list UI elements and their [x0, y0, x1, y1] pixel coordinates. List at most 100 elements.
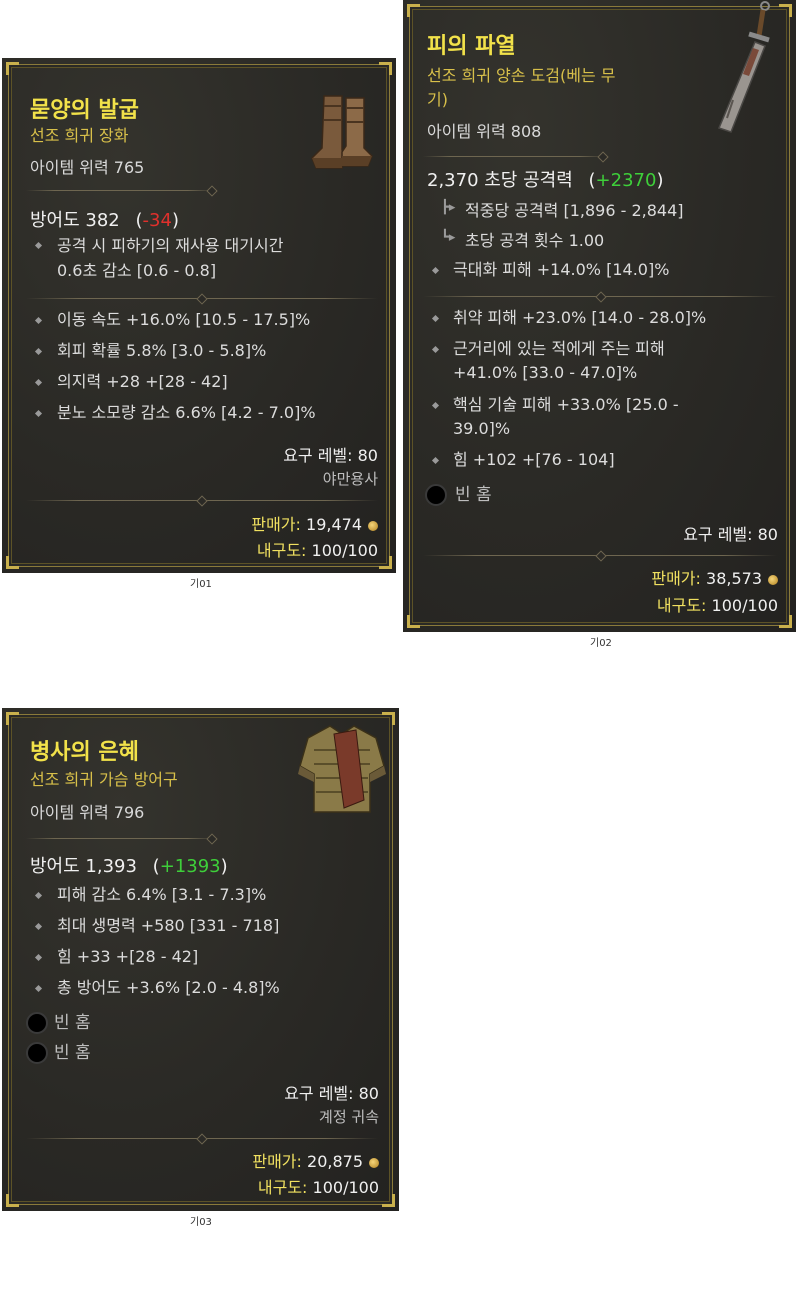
divider: [26, 833, 218, 845]
item-name: 병사의 은혜: [30, 740, 139, 765]
bullet-icon: [34, 953, 43, 962]
frame-corner: [382, 1194, 395, 1207]
item-name: 묻양의 발굽: [30, 98, 139, 123]
bullet-icon: [431, 345, 440, 354]
divider: [26, 1133, 378, 1145]
armor-value: 방어도 382: [30, 210, 120, 231]
durability-value: 100/100: [711, 596, 778, 615]
armor-delta-paren: (-34): [135, 210, 179, 231]
item-power: 아이템 위력 808: [427, 122, 542, 141]
item-tooltip-boots: 묻양의 발굽 선조 희귀 장화 아이템 위력 765 방어도 382 (-34)…: [2, 58, 396, 573]
durability: 내구도: 100/100: [257, 537, 378, 561]
affix-line: 힘 +102 +[76 - 104]: [453, 450, 615, 469]
bullet-icon: [431, 456, 440, 465]
frame-corner: [6, 62, 19, 75]
bullet-icon: [34, 241, 43, 250]
durability-label: 내구도:: [256, 541, 307, 560]
sell-price: 판매가: 20,875: [252, 1148, 379, 1172]
sub-stat-line: 적중당 공격력 [1,896 - 2,844]: [465, 201, 684, 220]
armor-delta: +1393: [159, 856, 221, 877]
bullet-icon: [34, 316, 43, 325]
bullet-icon: [431, 314, 440, 323]
divider: [26, 293, 378, 305]
item-type: 선조 희귀 장화: [30, 126, 129, 145]
durability-label: 내구도:: [257, 1178, 308, 1197]
bullet-icon: [34, 922, 43, 931]
frame-corner: [6, 1194, 19, 1207]
durability-value: 100/100: [311, 541, 378, 560]
affix-line: 취약 피해 +23.0% [14.0 - 28.0]%: [453, 308, 707, 327]
bullet-icon: [431, 401, 440, 410]
item-name: 피의 파열: [427, 34, 516, 59]
armor-delta: -34: [142, 210, 172, 231]
sell-price: 판매가: 19,474: [251, 511, 378, 535]
frame-corner: [407, 615, 420, 628]
sub-stat-arrow-icon: ┣▸: [441, 200, 456, 215]
affix-line-cont: +41.0% [33.0 - 47.0]%: [453, 363, 638, 382]
divider: [423, 550, 777, 562]
durability: 내구도: 100/100: [657, 592, 778, 616]
divider: [423, 291, 777, 303]
durability: 내구도: 100/100: [258, 1174, 379, 1198]
class-requirement: 야만용사: [322, 470, 378, 488]
image-caption: 기03: [190, 1217, 212, 1228]
durability-label: 내구도:: [656, 596, 707, 615]
empty-socket-label: 빈 홈: [54, 1043, 91, 1063]
bullet-icon: [431, 266, 440, 275]
frame-corner: [379, 556, 392, 569]
armor-delta-paren: (+1393): [152, 856, 228, 877]
bullet-icon: [34, 409, 43, 418]
required-level: 요구 레벨: 80: [284, 1084, 379, 1103]
empty-socket-icon: [23, 1042, 53, 1064]
required-level: 요구 레벨: 80: [283, 446, 378, 465]
sub-stat-line: 초당 공격 횟수 1.00: [465, 231, 605, 250]
item-power: 아이템 위력 796: [30, 803, 145, 822]
frame-corner: [379, 62, 392, 75]
sell-price-value: 38,573: [706, 569, 762, 588]
item-power: 아이템 위력 765: [30, 158, 145, 177]
image-caption: 기01: [190, 579, 212, 590]
armor-value: 방어도 1,393: [30, 856, 137, 877]
gold-coin-icon: [369, 1157, 379, 1168]
affix-line: 피해 감소 6.4% [3.1 - 7.3]%: [57, 885, 267, 904]
item-type: 선조 희귀 양손 도검(베는 무: [427, 66, 616, 85]
affix-line: 핵심 기술 피해 +33.0% [25.0 -: [453, 395, 679, 414]
chest-armor-icon: [298, 725, 386, 813]
frame-corner: [779, 615, 792, 628]
dps-delta: +2370: [595, 170, 657, 191]
empty-socket-label: 빈 홈: [54, 1013, 91, 1033]
frame-corner: [407, 4, 420, 17]
binding-text: 계정 귀속: [319, 1108, 379, 1126]
item-tooltip-sword: 피의 파열 선조 희귀 양손 도검(베는 무 기) 아이템 위력 808 2,3…: [403, 0, 796, 632]
sell-price: 판매가: 38,573: [651, 565, 778, 589]
frame-corner: [6, 556, 19, 569]
required-level: 요구 레벨: 80: [683, 525, 778, 544]
sell-price-value: 19,474: [306, 515, 362, 534]
affix-line: 힘 +33 +[28 - 42]: [57, 947, 199, 966]
bullet-icon: [34, 891, 43, 900]
dps-value: 2,370 초당 공격력: [427, 170, 573, 191]
armor-stat: 방어도 1,393 (+1393): [30, 852, 228, 878]
sub-stat-arrow-icon: ┗▸: [441, 230, 456, 245]
empty-socket-icon: [23, 1012, 53, 1034]
affix-line: 총 방어도 +3.6% [2.0 - 4.8]%: [57, 978, 280, 997]
empty-socket-icon: [422, 484, 452, 506]
implicit-line: 공격 시 피하기의 재사용 대기시간: [57, 236, 284, 255]
sell-price-label: 판매가:: [252, 1152, 302, 1171]
item-tooltip-chest: 병사의 은혜 선조 희귀 가슴 방어구 아이템 위력 796 방어도 1,393…: [2, 708, 399, 1211]
dps-stat: 2,370 초당 공격력 (+2370): [427, 166, 663, 192]
affix-line: 근거리에 있는 적에게 주는 피해: [453, 339, 665, 358]
affix-line: 의지력 +28 +[28 - 42]: [57, 372, 228, 391]
armor-stat: 방어도 382 (-34): [30, 206, 179, 232]
implicit-line: 0.6초 감소 [0.6 - 0.8]: [57, 261, 217, 280]
frame-corner: [6, 712, 19, 725]
sword-icon: [717, 1, 770, 133]
divider: [26, 495, 378, 507]
divider: [26, 185, 218, 197]
sell-price-label: 판매가:: [651, 569, 701, 588]
image-caption: 기02: [590, 638, 612, 649]
durability-value: 100/100: [312, 1178, 379, 1197]
gold-coin-icon: [768, 574, 778, 585]
dps-delta-paren: (+2370): [588, 170, 664, 191]
empty-socket-label: 빈 홈: [455, 485, 492, 505]
